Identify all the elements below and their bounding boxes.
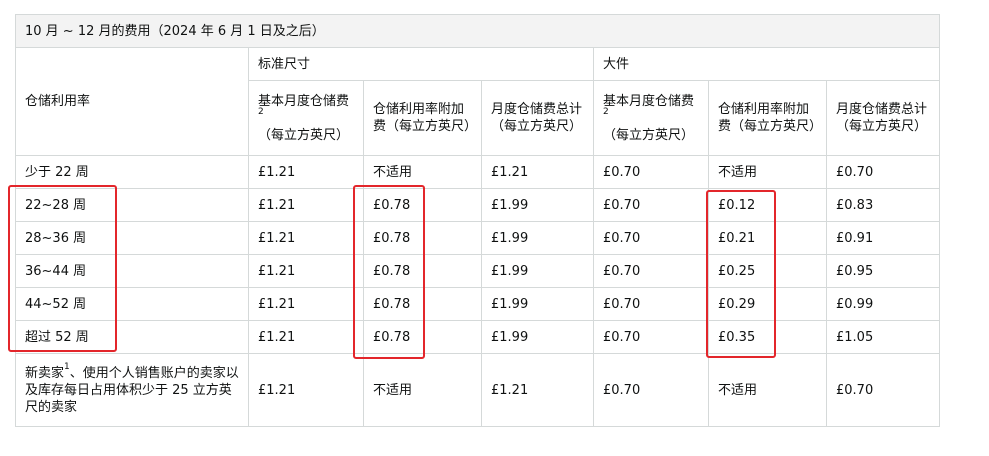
table-cell: £0.70 [593, 155, 709, 189]
table-cell: £0.78 [363, 287, 482, 321]
table-cell: £0.78 [363, 188, 482, 222]
column-header: 仓储利用率附加费（每立方英尺） [363, 80, 482, 156]
table-cell: £0.83 [825, 188, 941, 222]
table-cell: £1.21 [248, 155, 364, 189]
table-cell: £0.99 [825, 287, 941, 321]
row-label: 36~44 周 [15, 254, 249, 288]
row-label: 超过 52 周 [15, 320, 249, 354]
table-cell: £1.21 [481, 155, 594, 189]
table-title: 10 月 ~ 12 月的费用（2024 年 6 月 1 日及之后） [14, 14, 941, 48]
table-cell: £0.70 [593, 254, 709, 288]
storage-fee-table: 10 月 ~ 12 月的费用（2024 年 6 月 1 日及之后） 仓储利用率 … [14, 14, 941, 427]
table-cell: £0.70 [593, 287, 709, 321]
table-cell: £0.78 [363, 320, 482, 354]
table-cell: £0.78 [363, 221, 482, 255]
table-cell: £1.21 [248, 254, 364, 288]
table-cell: £0.70 [593, 320, 709, 354]
table-row: 少于 22 周 £1.21 不适用 £1.21 £0.70 不适用 £0.70 [15, 155, 941, 189]
table-cell: 不适用 [363, 353, 482, 427]
table-cell: £0.70 [593, 188, 709, 222]
table-cell: £1.21 [248, 221, 364, 255]
row-label: 22~28 周 [15, 188, 249, 222]
table-row: 44~52 周 £1.21 £0.78 £1.99 £0.70 £0.29 £0.99 [15, 287, 941, 321]
row-label: 新卖家1、使用个人销售账户的卖家以及库存每日占用体积少于 25 立方英尺的卖家 [15, 353, 249, 427]
table-cell: £0.70 [825, 353, 941, 427]
table-cell: 不适用 [708, 155, 827, 189]
table-cell: £1.99 [481, 287, 594, 321]
table-cell: £0.70 [593, 221, 709, 255]
table-row: 22~28 周 £1.21 £0.78 £1.99 £0.70 £0.12 £0.83 [15, 188, 941, 222]
column-header: 月度仓储费总计（每立方英尺） [825, 80, 941, 156]
table-cell: £1.99 [481, 188, 594, 222]
table-cell: £0.29 [708, 287, 827, 321]
table-cell: 不适用 [708, 353, 827, 427]
row-label: 28~36 周 [15, 221, 249, 255]
table-row: 新卖家1、使用个人销售账户的卖家以及库存每日占用体积少于 25 立方英尺的卖家 £… [15, 353, 941, 427]
row-label: 44~52 周 [15, 287, 249, 321]
table-cell: £1.05 [825, 320, 941, 354]
table-row: 36~44 周 £1.21 £0.78 £1.99 £0.70 £0.25 £0.95 [15, 254, 941, 288]
table-cell: £1.99 [481, 320, 594, 354]
table-cell: £0.25 [708, 254, 827, 288]
table-cell: £0.35 [708, 320, 827, 354]
table-cell: £0.70 [593, 353, 709, 427]
table-cell: 不适用 [363, 155, 482, 189]
row-header-cell: 仓储利用率 [15, 47, 249, 156]
table-cell: £0.12 [708, 188, 827, 222]
row-label: 少于 22 周 [15, 155, 249, 189]
column-header: 月度仓储费总计（每立方英尺） [481, 80, 594, 156]
table-cell: £0.95 [825, 254, 941, 288]
table-row: 28~36 周 £1.21 £0.78 £1.99 £0.70 £0.21 £0.91 [15, 221, 941, 255]
table-cell: £1.21 [481, 353, 594, 427]
table-cell: £1.21 [248, 353, 364, 427]
column-header: 基本月度仓储费2（每立方英尺） [593, 80, 709, 156]
table-cell: £0.78 [363, 254, 482, 288]
table-cell: £0.21 [708, 221, 827, 255]
group-header-standard: 标准尺寸 [248, 47, 594, 81]
column-header: 基本月度仓储费2（每立方英尺） [248, 80, 364, 156]
table-cell: £1.21 [248, 188, 364, 222]
table-cell: £1.21 [248, 320, 364, 354]
table-cell: £1.21 [248, 287, 364, 321]
group-header-oversize: 大件 [592, 47, 941, 81]
table-cell: £0.70 [825, 155, 941, 189]
table-cell: £1.99 [481, 221, 594, 255]
column-header: 仓储利用率附加费（每立方英尺） [708, 80, 827, 156]
table-row: 超过 52 周 £1.21 £0.78 £1.99 £0.70 £0.35 £1.05 [15, 320, 941, 354]
table-cell: £1.99 [481, 254, 594, 288]
table-cell: £0.91 [825, 221, 941, 255]
